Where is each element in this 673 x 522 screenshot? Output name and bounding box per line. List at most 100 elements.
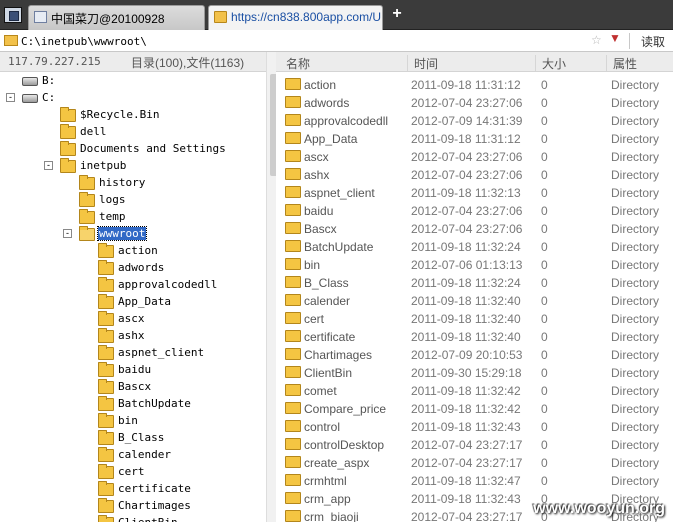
read-button[interactable]: 读取	[633, 30, 673, 52]
path-input[interactable]	[21, 32, 581, 50]
file-row[interactable]: App_Data 2011-09-18 11:31:12 0 Directory	[276, 129, 673, 147]
file-time: 2012-07-09 14:31:39	[411, 114, 523, 128]
file-row[interactable]: ClientBin 2011-09-30 15:29:18 0 Directory	[276, 363, 673, 381]
tree-node-label[interactable]: BatchUpdate	[117, 397, 192, 410]
file-name: cert	[304, 312, 325, 326]
tree-node-label[interactable]: B:	[41, 74, 56, 87]
file-attr: Directory	[611, 78, 660, 92]
tree-node-label[interactable]: aspnet_client	[117, 346, 205, 359]
file-attr: Directory	[611, 132, 660, 146]
file-row[interactable]: Compare_price 2011-09-18 11:32:42 0 Directo…	[276, 399, 673, 417]
file-row[interactable]: create_aspx 2012-07-04 23:27:17 0 Directory	[276, 453, 673, 471]
file-row[interactable]: B_Class 2011-09-18 11:32:24 0 Directory	[276, 273, 673, 291]
new-tab-button[interactable]: +	[389, 5, 405, 23]
tree-node-label[interactable]: App_Data	[117, 295, 172, 308]
file-row[interactable]: cert 2011-09-18 11:32:40 0 Directory	[276, 309, 673, 327]
folder-icon	[285, 312, 301, 324]
file-row[interactable]: ashx 2012-07-04 23:27:06 0 Directory	[276, 165, 673, 183]
tree-node-label[interactable]: calender	[117, 448, 172, 461]
tree-node-label[interactable]: B_Class	[117, 431, 165, 444]
column-header-time[interactable]: 时间	[407, 55, 438, 71]
file-row[interactable]: baidu 2012-07-04 23:27:06 0 Directory	[276, 201, 673, 219]
chevron-down-icon[interactable]: ▼	[609, 31, 621, 45]
folder-icon	[98, 345, 114, 360]
file-time: 2011-09-18 11:32:43	[411, 420, 521, 434]
file-row[interactable]: controlDesktop 2012-07-04 23:27:17 0 Direct…	[276, 435, 673, 453]
tree-node-label[interactable]: adwords	[117, 261, 165, 274]
column-header-name[interactable]: 名称	[281, 55, 310, 71]
tab-url[interactable]: https://cn838.800app.com/U...	[208, 5, 383, 30]
tree-node-label[interactable]: logs	[98, 193, 127, 206]
column-header-attr[interactable]: 属性	[606, 55, 637, 71]
column-header-size[interactable]: 大小	[535, 55, 566, 71]
file-size: 0	[541, 402, 548, 416]
file-row[interactable]: aspnet_client 2011-09-18 11:32:13 0 Directo…	[276, 183, 673, 201]
tree-node-label[interactable]: C:	[41, 91, 56, 104]
app-menu-icon[interactable]	[4, 7, 22, 23]
tree-node-label[interactable]: baidu	[117, 363, 152, 376]
file-row[interactable]: adwords 2012-07-04 23:27:06 0 Directory	[276, 93, 673, 111]
collapse-toggle-icon[interactable]: -	[6, 93, 15, 102]
tree-node-label[interactable]: Documents and Settings	[79, 142, 227, 155]
tree-node-label[interactable]: Chartimages	[117, 499, 192, 512]
folder-icon	[285, 348, 301, 360]
file-size: 0	[541, 384, 548, 398]
folder-icon	[285, 204, 301, 216]
file-row[interactable]: bin 2012-07-06 01:13:13 0 Directory	[276, 255, 673, 273]
file-row[interactable]: calender 2011-09-18 11:32:40 0 Directory	[276, 291, 673, 309]
tree-node-label[interactable]: bin	[117, 414, 139, 427]
file-name: Bascx	[304, 222, 337, 236]
tree-node-label[interactable]: Bascx	[117, 380, 152, 393]
file-name: control	[304, 420, 341, 434]
tree-node-label[interactable]: dell	[79, 125, 108, 138]
tree-node-label[interactable]: wwwroot	[96, 226, 148, 241]
file-size: 0	[541, 114, 548, 128]
file-attr: Directory	[611, 150, 660, 164]
file-row[interactable]: control 2011-09-18 11:32:43 0 Directory	[276, 417, 673, 435]
file-attr: Directory	[611, 294, 660, 308]
file-attr: Directory	[611, 438, 660, 452]
collapse-toggle-icon[interactable]: -	[63, 229, 72, 238]
tree-node-label[interactable]: temp	[98, 210, 127, 223]
folder-icon	[285, 276, 301, 288]
tree-node-label[interactable]: ClientBin	[117, 516, 179, 522]
file-row[interactable]: crmhtml 2011-09-18 11:32:47 0 Directory	[276, 471, 673, 489]
tree-node-label[interactable]: ascx	[117, 312, 146, 325]
folder-icon	[98, 362, 114, 377]
file-size: 0	[541, 420, 548, 434]
tree-node-label[interactable]: history	[98, 176, 146, 189]
file-name: crmhtml	[304, 474, 347, 488]
file-row[interactable]: ascx 2012-07-04 23:27:06 0 Directory	[276, 147, 673, 165]
folder-icon	[98, 311, 114, 326]
file-row[interactable]: approvalcodedll 2012-07-09 14:31:39 0 Direc…	[276, 111, 673, 129]
file-row[interactable]: action 2011-09-18 11:31:12 0 Directory	[276, 75, 673, 93]
collapse-toggle-icon[interactable]: -	[44, 161, 53, 170]
tree-node-label[interactable]: ashx	[117, 329, 146, 342]
file-row[interactable]: BatchUpdate 2011-09-18 11:32:24 0 Directory	[276, 237, 673, 255]
tab-caidao[interactable]: 中国菜刀@20100928	[28, 5, 205, 30]
tree-node-label[interactable]: inetpub	[79, 159, 127, 172]
file-name: ascx	[304, 150, 329, 164]
file-attr: Directory	[611, 402, 660, 416]
tree-node-label[interactable]: $Recycle.Bin	[79, 108, 160, 121]
file-size: 0	[541, 366, 548, 380]
tree-node-label[interactable]: action	[117, 244, 159, 257]
file-name: certificate	[304, 330, 356, 344]
folder-icon	[98, 243, 114, 258]
file-row[interactable]: comet 2011-09-18 11:32:42 0 Directory	[276, 381, 673, 399]
bookmark-star-icon[interactable]: ☆	[591, 33, 602, 47]
folder-icon	[285, 492, 301, 504]
tree-node-label[interactable]: approvalcodedll	[117, 278, 218, 291]
file-attr: Directory	[611, 312, 660, 326]
tree-node-label[interactable]: certificate	[117, 482, 192, 495]
file-row[interactable]: certificate 2011-09-18 11:32:40 0 Directory	[276, 327, 673, 345]
file-row[interactable]: Bascx 2012-07-04 23:27:06 0 Directory	[276, 219, 673, 237]
folder-icon	[285, 96, 301, 108]
tree-node-label[interactable]: cert	[117, 465, 146, 478]
folder-icon	[60, 124, 76, 139]
file-row[interactable]: Chartimages 2012-07-09 20:10:53 0 Directory	[276, 345, 673, 363]
folder-icon	[98, 328, 114, 343]
divider	[629, 33, 630, 49]
file-time: 2011-09-18 11:32:47	[411, 474, 521, 488]
folder-icon	[98, 260, 114, 275]
